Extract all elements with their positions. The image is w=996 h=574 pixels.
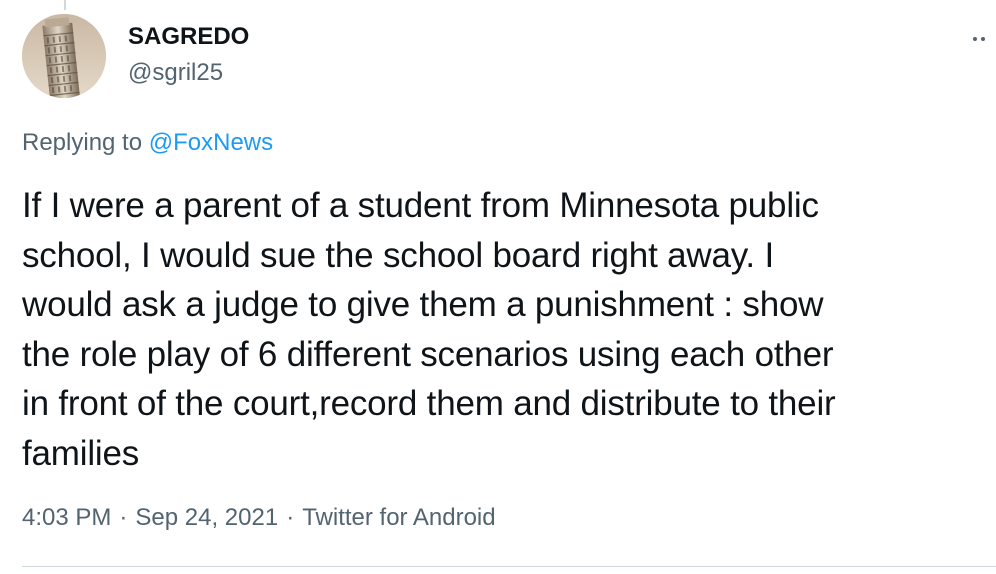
tweet-text-line: would ask a judge to give them a punishm… [22,285,824,324]
tweet-text: If I were a parent of a student from Min… [22,181,992,478]
meta-separator: · [286,504,295,531]
tweet-source-link[interactable]: Twitter for Android [302,504,495,531]
tweet-metadata: 4:03 PM · Sep 24, 2021 · Twitter for Android [22,503,496,533]
more-dot-icon [973,37,977,41]
reply-to-handle-link[interactable]: @FoxNews [149,129,273,156]
tweet-time-link[interactable]: 4:03 PM [22,504,111,531]
more-options-button[interactable] [960,24,996,54]
more-dot-icon [981,37,985,41]
tweet-date-link[interactable]: Sep 24, 2021 [135,504,278,531]
tweet-text-line: school, I would sue the school board rig… [22,235,775,275]
divider [22,566,996,567]
tweet-text-line: families [22,433,140,473]
meta-separator: · [119,504,128,531]
thread-connector-line [64,0,66,10]
author-display-name[interactable]: SAGREDO [128,22,249,52]
replying-to-line: Replying to @FoxNews [22,128,273,158]
avatar[interactable] [22,14,106,98]
tweet-text-line: If I were a parent of a student from Min… [22,186,819,225]
replying-to-label: Replying to [22,129,143,156]
tweet-text-line: in front of the court,record them and di… [22,384,836,423]
leaning-tower-icon [22,14,106,98]
author-handle[interactable]: @sgril25 [128,58,223,88]
tweet-text-line: the role play of 6 different scenarios u… [22,334,834,374]
